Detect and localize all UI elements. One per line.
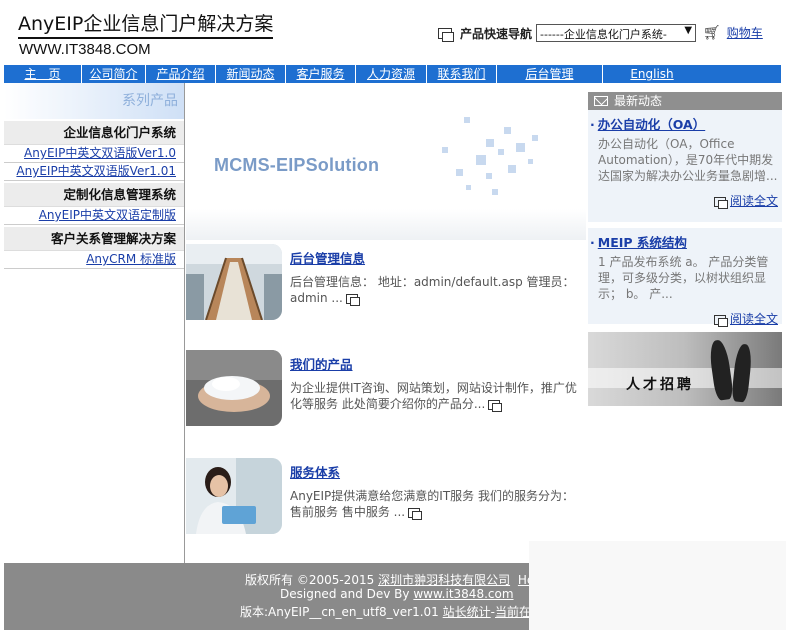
more-icon[interactable] [408, 507, 423, 520]
banner: MCMS-EIPSolution [186, 85, 586, 240]
read-more: 阅读全文 [590, 310, 778, 327]
item-desc-text: 后台管理信息： 地址：admin/default.asp 管理员：admin .… [290, 275, 575, 305]
cart: 🛒︎ 购物车 [703, 24, 763, 41]
news-header: 最新动态 [588, 92, 782, 110]
shopping-cart-icon[interactable]: 🛒︎ [703, 25, 721, 41]
item-desc: 为企业提供IT咨询、网站策划，网站设计制作，推广优化等服务 此处简要介绍你的产品… [290, 380, 582, 412]
list-item: 服务体系 AnyEIP提供满意给您满意的IT服务 我们的服务分为：售前服务 售中… [186, 458, 586, 538]
nav-admin[interactable]: 后台管理 [497, 65, 603, 83]
quick-nav-label: 产品快速导航 [460, 26, 533, 41]
item-title[interactable]: 我们的产品 [290, 354, 353, 373]
item-image[interactable] [186, 350, 282, 426]
footer-copyright-line: 版权所有 ©2005-2015 深圳市翀羽科技有限公司 He [245, 571, 534, 588]
banner-dot [508, 165, 516, 173]
item-desc: AnyEIP提供满意给您满意的IT服务 我们的服务分为：售前服务 售中服务 ..… [290, 488, 582, 520]
mail-icon [594, 96, 608, 106]
site-link[interactable]: www.it3848.com [413, 587, 513, 601]
item-desc-text: AnyEIP提供满意给您满意的IT服务 我们的服务分为：售前服务 售中服务 ..… [290, 489, 574, 519]
recruit-banner[interactable]: 人才招聘 [588, 332, 782, 406]
cart-link[interactable]: 购物车 [727, 24, 763, 41]
banner-dot [476, 155, 486, 165]
banner-dot [498, 149, 504, 155]
read-more-icon [714, 314, 729, 327]
sidebar: 系列产品 企业信息化门户系统 AnyEIP中英文双语版Ver1.0 AnyEIP… [4, 83, 185, 563]
designed-text: Designed and Dev By [280, 587, 410, 601]
footer-version-line: 版本:AnyEIP__cn_en_utf8_ver1.01 站长统计-当前在线 [240, 603, 543, 620]
news-entry: · 办公自动化（OA） 办公自动化（OA，Office Automation），是… [588, 110, 782, 222]
site-title: AnyEIP企业信息门户解决方案 [18, 12, 274, 39]
banner-dot [486, 139, 494, 147]
banner-dot [466, 185, 471, 190]
news-entry-title: · MEIP 系统结构 [590, 232, 778, 251]
banner-dot [532, 135, 538, 141]
sidebar-link[interactable]: AnyCRM 标准版 [4, 251, 184, 269]
footer-overlay [529, 541, 786, 630]
news-entry: · MEIP 系统结构 1 产品发布系统 a。 产品分类管理，可多级分类，以树状组… [588, 228, 782, 327]
news-entry-title: · 办公自动化（OA） [590, 114, 778, 133]
item-image[interactable] [186, 244, 282, 320]
item-title[interactable]: 服务体系 [290, 462, 340, 481]
banner-dot [464, 117, 470, 123]
quick-nav-selected-value: ------企业信息化门户系统- [540, 28, 667, 41]
banner-dot [504, 127, 511, 134]
footer-designed-line: Designed and Dev By www.it3848.com [280, 587, 514, 601]
nav-about[interactable]: 公司简介 [82, 65, 146, 83]
nav-english[interactable]: English [603, 65, 701, 83]
news-entry-body: 办公自动化（OA，Office Automation），是70年代中期发达国家为… [598, 137, 778, 183]
site-url: WWW.IT3848.COM [19, 41, 151, 58]
nav-hr[interactable]: 人力资源 [356, 65, 427, 83]
news-entry-body: 1 产品发布系统 a。 产品分类管理，可多级分类，以树状组织显示； b。 产..… [598, 255, 769, 301]
windows-icon [438, 27, 454, 42]
main-nav: 主 页 公司简介 产品介绍 新闻动态 客户服务 人力资源 联系我们 后台管理 E… [4, 65, 781, 83]
read-more: 阅读全文 [590, 192, 778, 209]
item-desc: 后台管理信息： 地址：admin/default.asp 管理员：admin .… [290, 274, 582, 306]
more-icon[interactable] [488, 399, 503, 412]
list-item: 后台管理信息 后台管理信息： 地址：admin/default.asp 管理员：… [186, 244, 586, 324]
sidebar-category: 客户关系管理解决方案 [4, 227, 184, 251]
sidebar-link[interactable]: AnyEIP中英文双语版Ver1.0 [4, 145, 184, 163]
news-panel: 最新动态 · 办公自动化（OA） 办公自动化（OA，Office Automati… [588, 92, 782, 327]
copyright-text: 版权所有 ©2005-2015 [245, 573, 375, 587]
news-entry-link[interactable]: 办公自动化（OA） [598, 117, 705, 132]
news-entry-link[interactable]: MEIP 系统结构 [598, 235, 687, 250]
banner-dot [486, 173, 492, 179]
sidebar-link[interactable]: AnyEIP中英文双语定制版 [4, 207, 184, 225]
banner-dot [528, 159, 533, 164]
read-more-link[interactable]: 阅读全文 [730, 312, 778, 326]
banner-dot [456, 169, 463, 176]
person-figure [731, 343, 753, 403]
more-icon[interactable] [345, 293, 360, 306]
nav-products[interactable]: 产品介绍 [146, 65, 216, 83]
sidebar-category: 企业信息化门户系统 [4, 121, 184, 145]
nav-service[interactable]: 客户服务 [286, 65, 356, 83]
nav-news[interactable]: 新闻动态 [216, 65, 286, 83]
recruit-text: 人才招聘 [626, 377, 694, 393]
sidebar-category: 定制化信息管理系统 [4, 183, 184, 207]
sidebar-heading: 系列产品 [4, 83, 184, 119]
banner-dot [442, 147, 448, 153]
read-more-link[interactable]: 阅读全文 [730, 194, 778, 208]
dropdown-arrow-icon: ▼ [684, 25, 693, 36]
item-title[interactable]: 后台管理信息 [290, 248, 365, 267]
quick-nav: 产品快速导航 ------企业信息化门户系统- ▼ [438, 24, 697, 42]
bullet-icon: · [590, 117, 595, 132]
nav-home[interactable]: 主 页 [4, 65, 82, 83]
banner-dot [492, 189, 498, 195]
version-text: 版本:AnyEIP__cn_en_utf8_ver1.01 [240, 605, 439, 619]
stats-link[interactable]: 站长统计 [443, 605, 491, 619]
sidebar-link[interactable]: AnyEIP中英文双语版Ver1.01 [4, 163, 184, 181]
news-heading: 最新动态 [614, 94, 663, 108]
item-desc-text: 为企业提供IT咨询、网站策划，网站设计制作，推广优化等服务 此处简要介绍你的产品… [290, 381, 577, 411]
header: AnyEIP企业信息门户解决方案 WWW.IT3848.COM 产品快速导航 -… [0, 0, 786, 64]
company-link[interactable]: 深圳市翀羽科技有限公司 [378, 573, 510, 587]
banner-text: MCMS-EIPSolution [214, 155, 380, 175]
list-item: 我们的产品 为企业提供IT咨询、网站策划，网站设计制作，推广优化等服务 此处简要… [186, 350, 586, 430]
read-more-icon [714, 196, 729, 209]
bullet-icon: · [590, 235, 595, 250]
item-image[interactable] [186, 458, 282, 534]
quick-nav-select[interactable]: ------企业信息化门户系统- ▼ [536, 24, 697, 42]
person-figure [707, 339, 735, 401]
banner-dot [516, 143, 525, 152]
nav-contact[interactable]: 联系我们 [427, 65, 497, 83]
